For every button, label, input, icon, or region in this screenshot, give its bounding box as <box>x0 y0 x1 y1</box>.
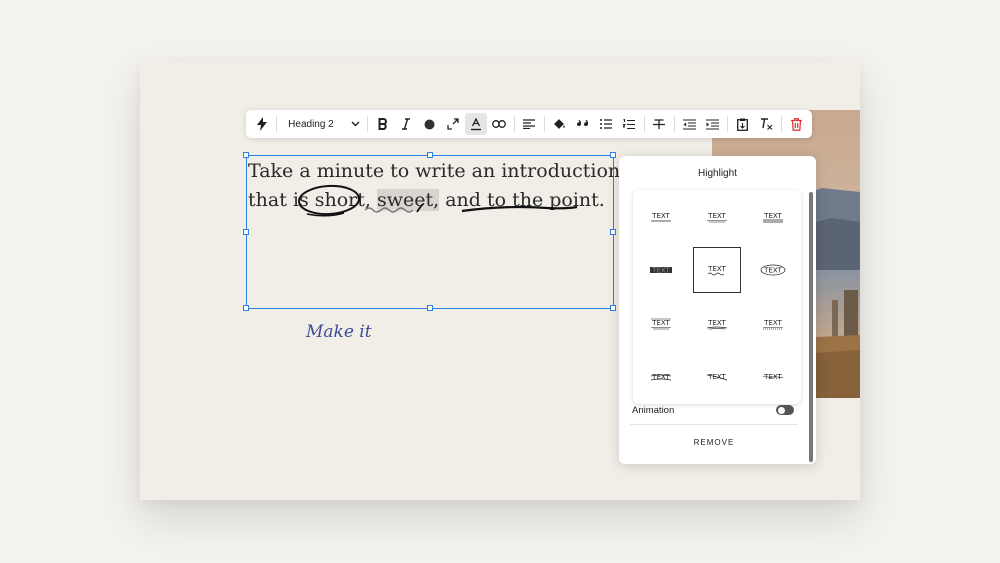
outdent-icon <box>682 118 696 130</box>
align-left-icon <box>523 119 536 129</box>
svg-text:TEXT: TEXT <box>763 319 782 327</box>
svg-text:TEXT: TEXT <box>707 265 726 273</box>
remove-button[interactable]: REMOVE <box>619 438 809 447</box>
bold-button[interactable] <box>372 113 394 135</box>
italic-icon <box>402 118 411 130</box>
strikethrough-icon <box>653 118 666 129</box>
svg-text:TEXT: TEXT <box>763 212 782 220</box>
outdent-button[interactable] <box>678 113 700 135</box>
paint-bucket-icon <box>554 119 565 129</box>
resize-handle-w[interactable] <box>243 229 249 235</box>
animation-toggle[interactable] <box>776 405 794 415</box>
text-color-button[interactable] <box>418 113 440 135</box>
panel-title: Highlight <box>698 168 737 179</box>
bullet-list-icon <box>599 119 612 129</box>
highlight-option-squiggle[interactable]: TEXT <box>689 244 745 298</box>
strikethrough-button[interactable] <box>648 113 670 135</box>
fill-color-button[interactable] <box>548 113 570 135</box>
quote-icon <box>576 119 588 126</box>
paste-button[interactable] <box>732 113 754 135</box>
highlight-option-underline-double-thin[interactable]: TEXT <box>689 190 745 244</box>
highlight-option-strike-swoop[interactable]: TEXT <box>689 351 745 405</box>
highlight-option-marker-block[interactable]: TEXT <box>633 244 689 298</box>
resize-handle-n[interactable] <box>427 152 433 158</box>
highlight-option-underline-box[interactable]: TEXT <box>633 297 689 351</box>
highlight-option-underline-thin[interactable]: TEXT <box>633 190 689 244</box>
highlight-option-strike-scribble[interactable]: TEXT <box>633 351 689 405</box>
make-it-text[interactable]: Make it <box>306 322 372 342</box>
intro-heading[interactable]: Take a minute to write an introduction t… <box>248 157 620 215</box>
delete-button[interactable] <box>785 113 807 135</box>
animation-label: Animation <box>632 404 675 416</box>
intro-line-2-and: and <box>439 189 487 211</box>
highlighted-phrase-point: to the point. <box>486 189 605 211</box>
trash-icon <box>790 117 802 131</box>
resize-handle-se[interactable] <box>610 305 616 311</box>
animation-row: Animation <box>632 400 794 420</box>
panel-scrollbar[interactable] <box>809 192 813 462</box>
highlight-style-grid: TEXT TEXT TEXT TEXT TEXT TEXT TEXT TEXT … <box>633 190 801 404</box>
toolbar-divider <box>780 116 782 132</box>
indent-icon <box>706 118 720 130</box>
intro-line-2-prefix: that is <box>248 189 315 211</box>
text-block-selected[interactable]: Take a minute to write an introduction t… <box>243 152 620 311</box>
resize-handle-nw[interactable] <box>243 152 249 158</box>
highlight-option-underline-dotted[interactable]: TEXT <box>745 297 801 351</box>
toolbar-divider <box>673 116 675 132</box>
resize-handle-ne[interactable] <box>610 152 616 158</box>
svg-text:TEXT: TEXT <box>707 212 726 220</box>
indent-button[interactable] <box>702 113 724 135</box>
bold-icon <box>378 118 387 130</box>
svg-text:TEXT: TEXT <box>651 319 670 327</box>
quote-button[interactable] <box>572 113 594 135</box>
lightning-icon[interactable] <box>251 113 273 135</box>
chevron-down-icon <box>351 121 360 127</box>
resize-handle-s[interactable] <box>427 305 433 311</box>
toolbar-divider <box>367 116 369 132</box>
heading-style-select[interactable]: Heading 2 <box>282 113 364 135</box>
toolbar-divider <box>727 116 729 132</box>
numbered-list-button[interactable] <box>618 113 640 135</box>
clear-formatting-button[interactable] <box>755 113 777 135</box>
panel-divider <box>630 424 798 425</box>
highlighted-word-short: short, <box>314 189 371 211</box>
toolbar-divider <box>643 116 645 132</box>
toolbar-divider <box>513 116 515 132</box>
align-left-button[interactable] <box>518 113 540 135</box>
italic-button[interactable] <box>395 113 417 135</box>
expand-icon <box>447 118 459 130</box>
bullet-list-button[interactable] <box>595 113 617 135</box>
intro-line-1: Take a minute to write an introduction <box>248 160 621 182</box>
highlight-option-underline-scribble[interactable]: TEXT <box>689 297 745 351</box>
svg-text:TEXT: TEXT <box>707 319 726 327</box>
numbered-list-icon <box>623 118 636 129</box>
highlighted-word-sweet: sweet, <box>376 189 440 211</box>
link-icon <box>492 120 507 128</box>
heading-style-value: Heading 2 <box>288 118 334 130</box>
highlight-option-underline-double[interactable]: TEXT <box>745 190 801 244</box>
resize-handle-e[interactable] <box>610 229 616 235</box>
toolbar-divider <box>543 116 545 132</box>
svg-text:TEXT: TEXT <box>651 267 670 275</box>
resize-link-button[interactable] <box>442 113 464 135</box>
formatting-toolbar: Heading 2 <box>246 110 812 138</box>
clipboard-icon <box>737 118 749 131</box>
highlight-option-circle[interactable]: TEXT <box>745 244 801 298</box>
svg-text:TEXT: TEXT <box>651 212 670 220</box>
clear-format-icon <box>760 118 772 130</box>
toolbar-divider <box>276 116 278 132</box>
resize-handle-sw[interactable] <box>243 305 249 311</box>
color-dot-icon <box>424 119 435 129</box>
toggle-knob <box>777 406 785 414</box>
highlight-icon <box>470 117 481 130</box>
svg-text:TEXT: TEXT <box>763 267 782 275</box>
highlight-option-strike-wave[interactable]: TEXT <box>745 351 801 405</box>
link-button[interactable] <box>488 113 510 135</box>
highlight-button[interactable] <box>464 113 488 135</box>
